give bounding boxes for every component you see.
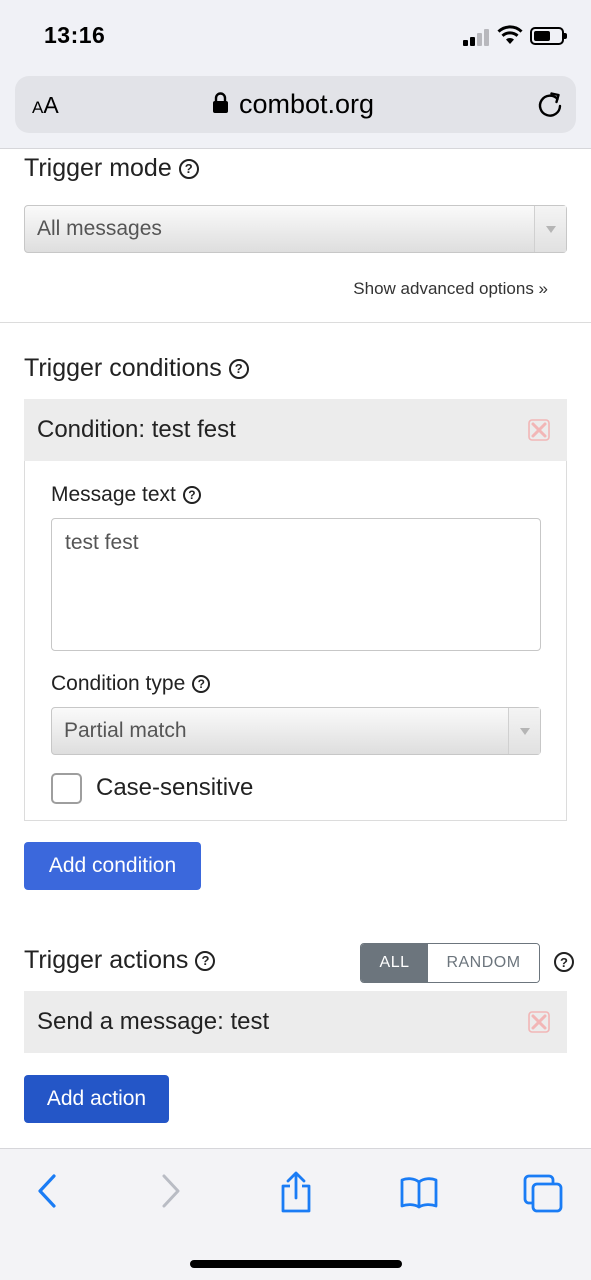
reload-icon[interactable] (536, 90, 564, 120)
text-size-button[interactable]: AA (32, 92, 59, 119)
forward-icon[interactable] (158, 1173, 184, 1209)
condition-type-select[interactable]: Partial match (51, 707, 541, 755)
share-icon[interactable] (279, 1171, 313, 1213)
browser-toolbar (0, 1148, 591, 1280)
trigger-actions-title: Trigger actions ? (24, 946, 216, 975)
help-icon[interactable]: ? (554, 952, 574, 972)
status-bar: 13:16 (0, 0, 591, 70)
condition-type-label: Condition type ? (51, 672, 211, 696)
condition-panel-header[interactable]: Condition: test fest (24, 399, 567, 461)
back-icon[interactable] (34, 1173, 60, 1209)
action-mode-toggle: ALL RANDOM (360, 943, 540, 983)
bookmarks-icon[interactable] (399, 1175, 439, 1209)
toggle-random-button[interactable]: RANDOM (428, 944, 539, 982)
chevron-down-icon (534, 206, 566, 252)
chevron-down-icon (508, 708, 540, 754)
action-panel-header[interactable]: Send a message: test (24, 991, 567, 1053)
case-sensitive-label[interactable]: Case-sensitive (96, 774, 253, 802)
message-text-input[interactable]: test fest (51, 518, 541, 651)
help-icon[interactable]: ? (182, 486, 201, 504)
status-time: 13:16 (44, 22, 106, 48)
remove-action-icon[interactable] (528, 1011, 550, 1033)
page-content: Trigger mode ? All messages Show advance… (0, 150, 591, 1148)
help-icon[interactable]: ? (192, 675, 211, 693)
add-condition-button[interactable]: Add condition (24, 842, 201, 890)
trigger-mode-select[interactable]: All messages (24, 205, 567, 253)
wifi-icon (497, 25, 523, 44)
battery-level (534, 31, 550, 41)
trigger-mode-title: Trigger mode ? (24, 154, 199, 183)
section-divider (0, 322, 591, 323)
condition-panel-body: Message text ? test fest Condition type … (24, 461, 567, 821)
add-action-button[interactable]: Add action (24, 1075, 169, 1123)
help-icon[interactable]: ? (195, 950, 216, 971)
browser-address-area: AA combot.org (0, 70, 591, 149)
toggle-all-button[interactable]: ALL (361, 944, 428, 982)
lock-icon (213, 92, 228, 113)
case-sensitive-checkbox[interactable] (51, 773, 82, 804)
remove-condition-icon[interactable] (528, 419, 550, 441)
message-text-label: Message text ? (51, 483, 201, 507)
help-icon[interactable]: ? (228, 358, 249, 379)
trigger-conditions-title: Trigger conditions ? (24, 354, 249, 383)
cellular-signal-icon (463, 28, 491, 46)
tabs-icon[interactable] (522, 1173, 564, 1213)
help-icon[interactable]: ? (178, 158, 199, 179)
home-indicator (190, 1260, 402, 1268)
url-text[interactable]: combot.org (239, 89, 374, 120)
show-advanced-options-link[interactable]: Show advanced options » (353, 279, 548, 299)
address-bar[interactable]: AA combot.org (15, 76, 576, 133)
battery-icon (530, 27, 567, 45)
